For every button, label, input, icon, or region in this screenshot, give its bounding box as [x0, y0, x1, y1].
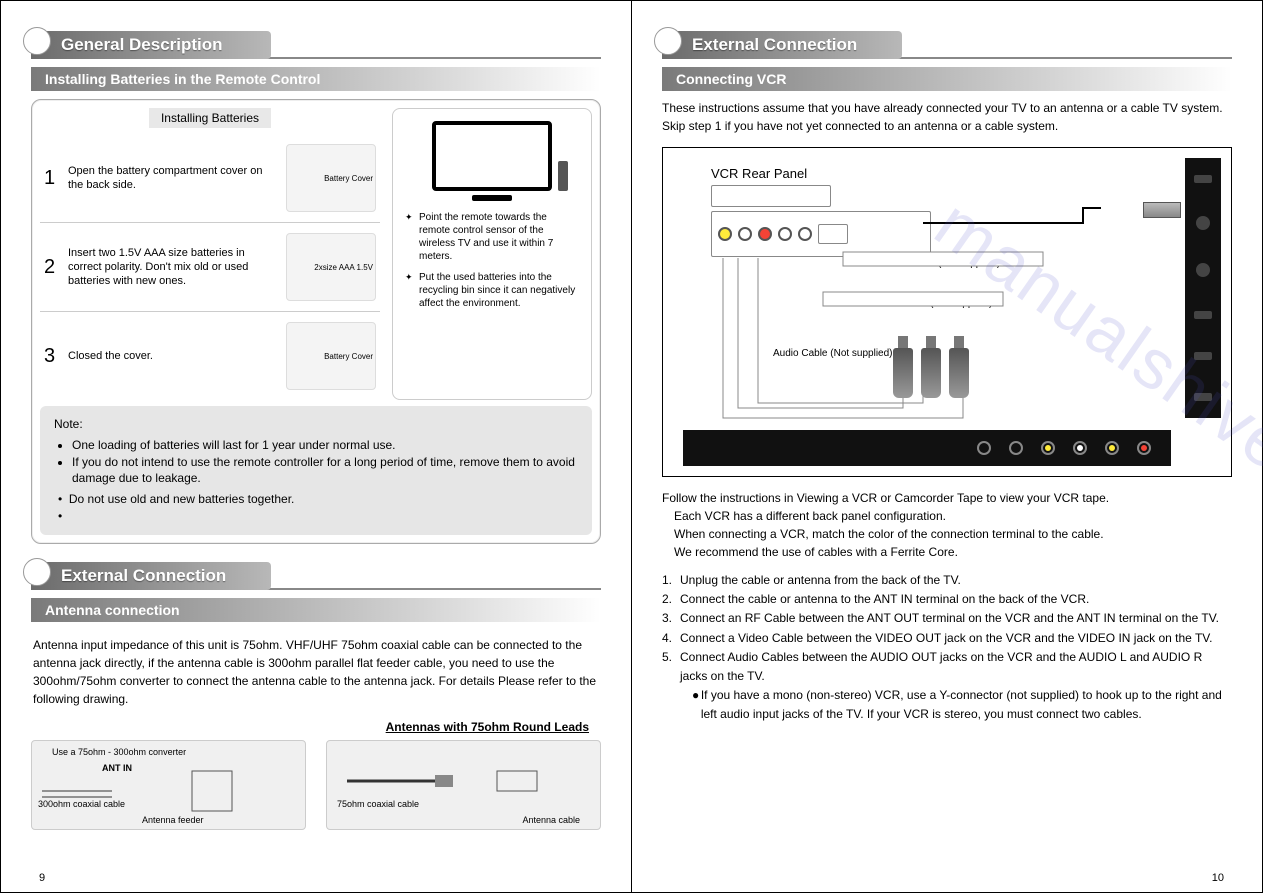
antenna-description: Antenna input impedance of this unit is … [31, 630, 601, 714]
step-number: 1 [44, 167, 58, 190]
vcr-top-unit-icon [711, 185, 831, 207]
remote-icon [558, 161, 568, 191]
vcr-follow-text: Follow the instructions in Viewing a VCR… [662, 489, 1232, 561]
vcr-connection-diagram: VCR Rear Panel RF Cable (Not supplied) V… [662, 147, 1232, 477]
vcr-rear-panel-label: VCR Rear Panel [711, 166, 841, 181]
step-text: Closed the cover. [68, 349, 276, 363]
antenna-cable-icon [327, 741, 600, 829]
section-title: External Connection [31, 562, 271, 590]
subheader-batteries: Installing Batteries in the Remote Contr… [31, 67, 601, 91]
step-row-1: 1 Open the battery compartment cover on … [40, 134, 380, 223]
note-title: Note: [54, 416, 578, 433]
remote-tips-box: Point the remote towards the remote cont… [392, 108, 592, 400]
vcr-sub-bullet: If you have a mono (non-stereo) VCR, use… [701, 686, 1232, 724]
antenna-diagram-2: 75ohm coaxial cable Antenna cable [326, 740, 601, 830]
vcr-body-unit-icon [711, 211, 931, 257]
step-image-placeholder: Battery Cover [286, 322, 376, 390]
vcr-steps-list: 1.Unplug the cable or antenna from the b… [662, 571, 1232, 725]
page-number: 9 [39, 872, 45, 884]
antenna-diagram-1: Use a 75ohm - 300ohm converter ANT IN 30… [31, 740, 306, 830]
tip-item: Point the remote towards the remote cont… [405, 211, 579, 263]
section-header-general: General Description [31, 31, 601, 59]
step-number: 3 [44, 345, 58, 368]
section-title: External Connection [662, 31, 902, 59]
section-header-external: External Connection [31, 562, 601, 590]
section-marker-circle [23, 558, 51, 586]
section-title: General Description [31, 31, 271, 59]
step-row-2: 2 Insert two 1.5V AAA size batteries in … [40, 223, 380, 312]
note-item: Do not use old and new batteries togethe… [69, 492, 295, 506]
tv-side-panel-icon [1185, 158, 1221, 418]
note-box: Note: One loading of batteries will last… [40, 406, 592, 535]
page-left: General Description Installing Batteries… [1, 1, 632, 892]
rf-cable-label: RF Cable (Not supplied) [893, 258, 1000, 269]
section-header-external-right: External Connection [662, 31, 1232, 59]
subheader-vcr: Connecting VCR [662, 67, 1232, 91]
installing-batteries-label: Installing Batteries [149, 108, 271, 128]
vcr-intro-text: These instructions assume that you have … [662, 99, 1232, 135]
note-item: If you do not intend to use the remote c… [72, 454, 578, 488]
video-cable-label: Video Cable (Not supplied) [873, 298, 992, 309]
tip-item: Put the used batteries into the recyclin… [405, 271, 579, 310]
coax-plug-icon [1143, 202, 1181, 218]
section-marker-circle [654, 27, 682, 55]
batteries-content-box: Installing Batteries 1 Open the battery … [31, 99, 601, 544]
page-number: 10 [1212, 872, 1224, 884]
antenna-subtitle: Antennas with 75ohm Round Leads [31, 720, 589, 734]
subheader-antenna: Antenna connection [31, 598, 601, 622]
antenna-wiring-icon [32, 741, 305, 829]
tv-icon [432, 121, 552, 191]
step-number: 2 [44, 256, 58, 279]
step-text: Insert two 1.5V AAA size batteries in co… [68, 246, 276, 289]
audio-cable-label: Audio Cable (Not supplied) [773, 348, 893, 359]
tv-bottom-panel-icon [683, 430, 1171, 466]
step-row-3: 3 Closed the cover. Battery Cover [40, 312, 380, 400]
rca-plugs-icon [893, 348, 969, 398]
step-image-placeholder: Battery Cover [286, 144, 376, 212]
step-text: Open the battery compartment cover on th… [68, 164, 276, 193]
step-image-placeholder: 2xsize AAA 1.5V [286, 233, 376, 301]
section-marker-circle [23, 27, 51, 55]
note-item: One loading of batteries will last for 1… [72, 437, 578, 454]
page-right: manualshive.com External Connection Conn… [632, 1, 1262, 892]
